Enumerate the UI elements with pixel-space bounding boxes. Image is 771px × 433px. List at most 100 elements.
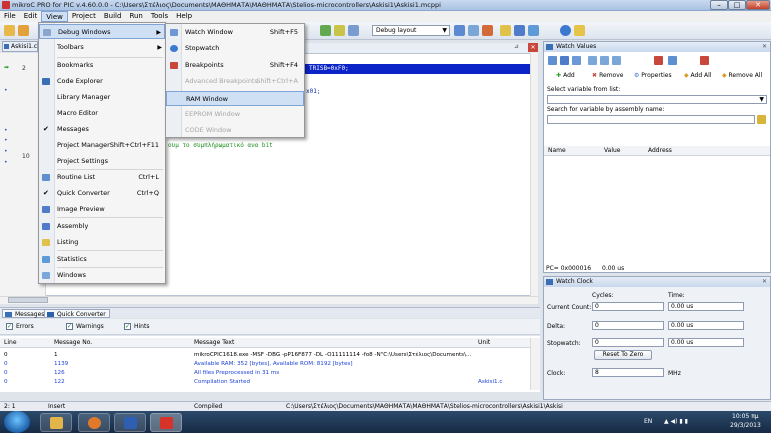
tray-icons[interactable]: ▲ ◀) ▮ ▮ <box>664 418 688 425</box>
taskbar-word[interactable] <box>114 413 146 432</box>
variable-select[interactable]: ▼ <box>547 95 767 104</box>
taskbar-mikroc[interactable] <box>150 413 182 432</box>
clock-frequency-field[interactable]: 8 <box>592 368 664 377</box>
editor-vertical-scrollbar[interactable] <box>530 53 538 296</box>
step-icon[interactable] <box>600 56 609 65</box>
taskbar-explorer[interactable] <box>40 413 72 432</box>
column-header[interactable]: Message No. <box>54 339 92 346</box>
watch-tool-icon[interactable] <box>572 56 581 65</box>
menu-build[interactable]: Build <box>100 11 126 22</box>
close-button[interactable]: ✕ <box>746 0 770 10</box>
help-icon[interactable] <box>560 25 571 36</box>
menu-item-stopwatch[interactable]: Stopwatch <box>166 41 304 56</box>
menu-view[interactable]: View <box>41 11 68 22</box>
menu-item-windows[interactable]: Windows <box>39 268 165 283</box>
menu-tools[interactable]: Tools <box>147 11 172 22</box>
add-button[interactable]: ✚ Add <box>556 71 575 81</box>
menu-item-library-manager[interactable]: Library Manager <box>39 90 165 105</box>
maximize-button[interactable]: □ <box>728 0 746 10</box>
stop-icon[interactable] <box>654 56 663 65</box>
tab-quick-converter[interactable]: Quick Converter <box>44 309 110 318</box>
close-editor-icon[interactable]: ✕ <box>528 43 538 52</box>
column-header[interactable]: Unit <box>478 339 490 346</box>
editor-horizontal-scrollbar[interactable] <box>0 296 538 304</box>
column-header[interactable]: Address <box>648 147 672 154</box>
tab-askisi1[interactable]: Askisi1.c <box>2 41 38 52</box>
layout-options-icon[interactable] <box>468 25 479 36</box>
search-variable-input[interactable] <box>547 115 755 124</box>
new-file-icon[interactable] <box>4 25 15 36</box>
warnings-checkbox[interactable]: ✓ Warnings <box>66 323 104 331</box>
properties-button[interactable]: ⚙ Properties <box>634 71 672 81</box>
menu-item-routine-list[interactable]: Routine List Ctrl+L <box>39 170 165 185</box>
close-icon[interactable]: ✕ <box>762 277 767 287</box>
listing-icon[interactable] <box>500 25 511 36</box>
current-time-field[interactable]: 0.00 us <box>668 302 744 311</box>
menu-item-bookmarks[interactable]: Bookmarks <box>39 58 165 73</box>
remove-all-button[interactable]: ◆ Remove All <box>722 71 762 81</box>
open-folder-icon[interactable] <box>18 25 29 36</box>
menu-item-messages[interactable]: ✔ Messages <box>39 122 165 137</box>
flag-icon[interactable] <box>700 56 709 65</box>
start-button[interactable] <box>4 411 30 433</box>
current-count-field[interactable]: 0 <box>592 302 664 311</box>
menu-item-macro-editor[interactable]: Macro Editor <box>39 106 165 121</box>
watch-tool-icon[interactable] <box>668 56 677 65</box>
watch-tool-icon[interactable] <box>548 56 557 65</box>
menu-item-project-settings[interactable]: Project Settings <box>39 154 165 169</box>
menu-item-breakpoints[interactable]: Breakpoints Shift+F4 <box>166 58 304 73</box>
menu-item-debug-windows[interactable]: Debug Windows ▶ <box>39 24 165 39</box>
menu-item-ram-window[interactable]: RAM Window <box>166 91 304 106</box>
menu-item-watch-window[interactable]: Watch Window Shift+F5 <box>166 25 304 40</box>
stopwatch-time-field[interactable]: 0.00 us <box>668 338 744 347</box>
scroll-thumb[interactable] <box>8 297 48 303</box>
menu-item-listing[interactable]: Listing <box>39 235 165 250</box>
menu-file[interactable]: File <box>0 11 20 22</box>
pin-icon[interactable]: ⊿ <box>514 43 524 52</box>
hints-checkbox[interactable]: ✓ Hints <box>124 323 149 331</box>
taskbar-firefox[interactable] <box>78 413 110 432</box>
column-header[interactable]: Message Text <box>194 339 234 346</box>
save-layout-icon[interactable] <box>454 25 465 36</box>
close-icon[interactable]: ✕ <box>762 42 767 52</box>
stopwatch-field[interactable]: 0 <box>592 338 664 347</box>
menu-item-image-preview[interactable]: Image Preview <box>39 202 165 217</box>
table-row[interactable]: 0 1139 Available RAM: 352 [bytes], Avail… <box>0 361 530 369</box>
clock-date[interactable]: 29/3/2013 <box>730 422 761 429</box>
minimize-button[interactable]: – <box>710 0 728 10</box>
search-go-icon[interactable] <box>757 115 766 124</box>
info-icon[interactable] <box>574 25 585 36</box>
step-icon[interactable] <box>588 56 597 65</box>
build-icon[interactable] <box>320 25 331 36</box>
step-icon[interactable] <box>612 56 621 65</box>
build-all-icon[interactable] <box>334 25 345 36</box>
layout-select[interactable]: Debug layout ▼ <box>372 25 450 36</box>
add-all-button[interactable]: ◆ Add All <box>684 71 712 81</box>
column-header[interactable]: Name <box>548 147 566 154</box>
menu-item-assembly[interactable]: Assembly <box>39 219 165 234</box>
menu-run[interactable]: Run <box>125 11 146 22</box>
menu-project[interactable]: Project <box>68 11 100 22</box>
watch-tool-icon[interactable] <box>560 56 569 65</box>
remove-button[interactable]: ✖ Remove <box>592 71 623 81</box>
column-header[interactable]: Value <box>604 147 620 154</box>
reset-to-zero-button[interactable]: Reset To Zero <box>594 350 652 360</box>
tab-messages[interactable]: Messages <box>2 309 49 318</box>
menu-item-quick-converter[interactable]: ✔ Quick Converter Ctrl+Q <box>39 186 165 201</box>
column-header[interactable]: Line <box>4 339 17 346</box>
program-icon[interactable] <box>348 25 359 36</box>
statistics-icon[interactable] <box>528 25 539 36</box>
clock-time[interactable]: 10:05 πμ <box>732 413 759 420</box>
delta-time-field[interactable]: 0.00 us <box>668 321 744 330</box>
messages-scrollbar[interactable] <box>530 338 540 390</box>
delete-layout-icon[interactable] <box>482 25 493 36</box>
menu-item-code-explorer[interactable]: Code Explorer <box>39 74 165 89</box>
delta-field[interactable]: 0 <box>592 321 664 330</box>
language-indicator[interactable]: EN <box>644 418 652 425</box>
table-row[interactable]: 0 1 mikroCPIC1618.exe -MSF -DBG -pP16F87… <box>0 352 530 360</box>
menu-item-project-manager[interactable]: Project Manager Shift+Ctrl+F11 <box>39 138 165 153</box>
assembly-icon[interactable] <box>514 25 525 36</box>
table-row[interactable]: 0 126 All files Preprocessed in 31 ms <box>0 370 530 378</box>
errors-checkbox[interactable]: ✓ Errors <box>6 323 34 331</box>
table-row[interactable]: 0 122 Compilation Started Askisi1.c <box>0 379 530 387</box>
